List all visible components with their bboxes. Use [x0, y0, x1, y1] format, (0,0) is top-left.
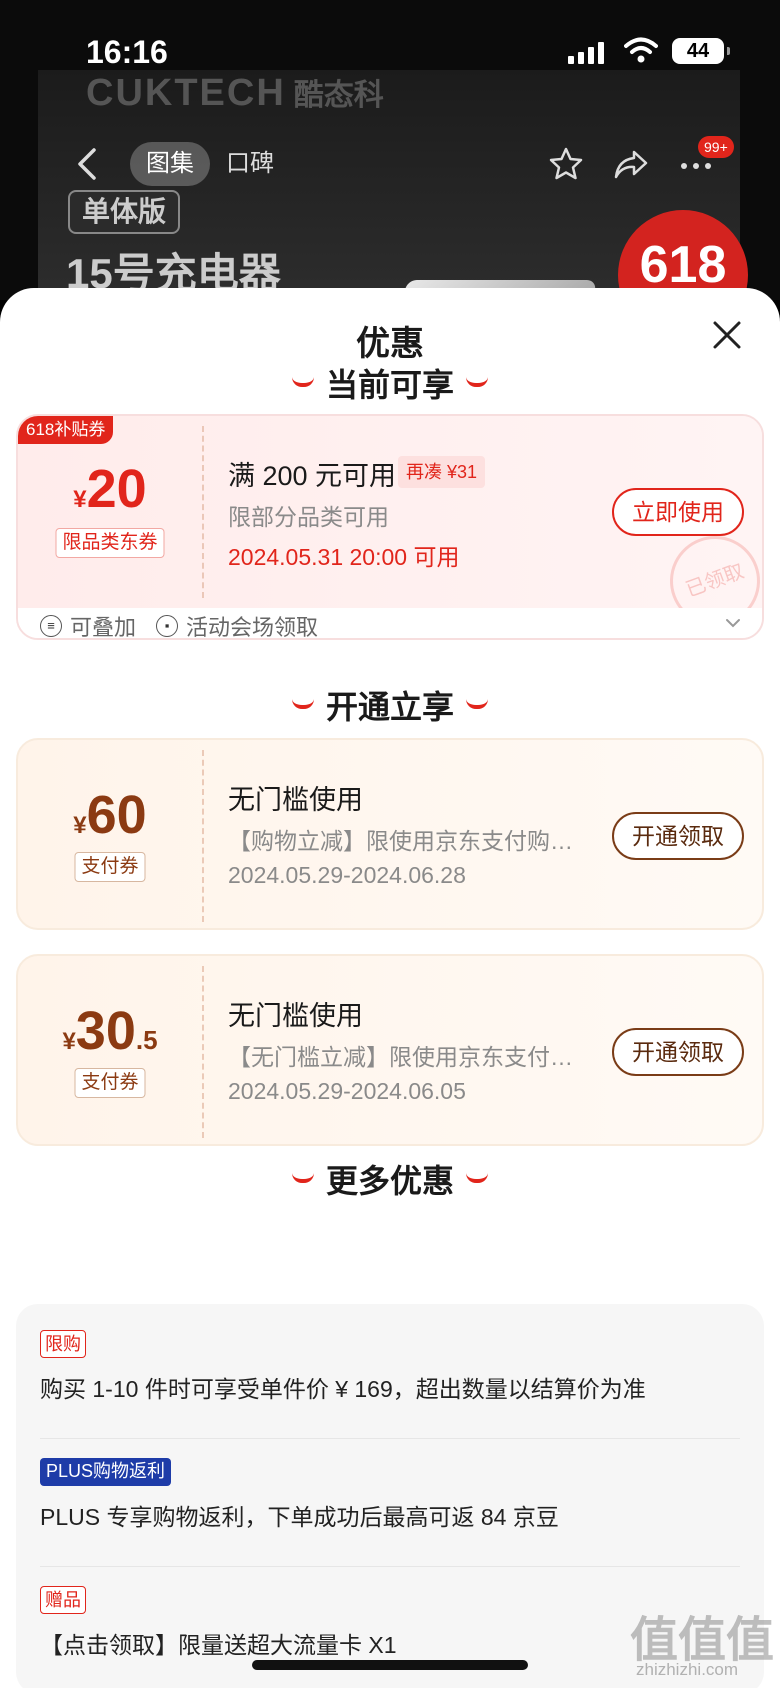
coupon-description: 【购物立减】限使用京东支付购…	[228, 828, 573, 854]
section-more-header: 更多优惠	[0, 1156, 780, 1202]
coupon-footer: ≡ 可叠加 ▪ 活动会场领取	[18, 608, 762, 638]
coupon-date: 2024.05.31 20:00 可用	[228, 544, 460, 570]
stack-icon: ≡	[40, 615, 62, 637]
coupon-title: 无门槛使用	[228, 785, 363, 815]
status-bar: 16:16 44	[0, 30, 780, 74]
gift-tag: 赠品	[40, 1586, 86, 1614]
use-now-button[interactable]: 立即使用	[612, 488, 744, 536]
close-icon[interactable]	[710, 318, 744, 352]
coupon-extra-badge: 再凑 ¥31	[398, 456, 486, 488]
share-icon[interactable]	[612, 146, 650, 182]
back-icon[interactable]	[72, 146, 102, 182]
coupon-description: 限部分品类可用	[228, 504, 389, 530]
coupon-description: 【无门槛立减】限使用京东支付…	[228, 1044, 573, 1070]
plus-rebate-tag: PLUS购物返利	[40, 1458, 172, 1486]
stackable-info: ≡ 可叠加	[40, 610, 136, 638]
status-time: 16:16	[86, 34, 168, 70]
list-item[interactable]: 限购 购买 1-10 件时可享受单件价 ¥ 169，超出数量以结算价为准	[40, 1330, 740, 1404]
coupon-type-badge: 限品类东券	[55, 528, 165, 558]
navigation-bar: 图集 口碑	[0, 136, 780, 192]
tab-reviews[interactable]: 口碑	[226, 142, 274, 186]
coupon-title: 满 200 元可用	[228, 461, 397, 491]
brand-logo: CUKTECH 酷态科	[86, 72, 384, 114]
wifi-icon	[624, 37, 658, 63]
site-watermark-url: zhizhizhi.com	[636, 1660, 739, 1679]
battery-icon: 44	[672, 38, 730, 64]
coupon-title: 无门槛使用	[228, 1001, 363, 1031]
coupon-card-payment-60: ¥60 支付券 无门槛使用 【购物立减】限使用京东支付购… 2024.05.29…	[16, 738, 764, 930]
section-open-header: 开通立享	[0, 682, 780, 728]
notification-badge: 99+	[698, 136, 734, 158]
home-indicator[interactable]	[252, 1660, 528, 1670]
tab-gallery[interactable]: 图集	[130, 142, 210, 186]
favorite-star-icon[interactable]	[548, 146, 584, 182]
coupon-type-badge: 支付券	[74, 1068, 146, 1098]
cellular-signal-icon	[568, 40, 604, 64]
coupon-date: 2024.05.29-2024.06.05	[228, 1078, 466, 1104]
section-current-header: 当前可享	[0, 360, 780, 406]
product-gallery-header: CUKTECH 酷态科 16:16 44 图集 口碑 99+ 单体版 15号充电器…	[0, 0, 780, 340]
offer-text: 购买 1-10 件时可享受单件价 ¥ 169，超出数量以结算价为准	[40, 1376, 646, 1402]
coupon-corner-tag: 618补贴券	[18, 416, 114, 444]
coupon-amount: ¥30.5	[62, 1001, 158, 1061]
source-info: ▪ 活动会场领取	[156, 610, 318, 638]
activate-claim-button[interactable]: 开通领取	[612, 812, 744, 860]
coupon-card-subsidy: ¥20 限品类东券 618补贴券 满 200 元可用 再凑 ¥31 限部分品类可…	[16, 414, 764, 640]
offers-sheet: 优惠 当前可享 ¥20 限品类东券 618补贴券 满 200 元可用 再凑 ¥3…	[0, 288, 780, 1688]
list-item[interactable]: PLUS购物返利 PLUS 专享购物返利，下单成功后最高可返 84 京豆	[40, 1458, 740, 1532]
offer-text: PLUS 专享购物返利，下单成功后最高可返 84 京豆	[40, 1504, 559, 1530]
sheet-title: 优惠	[356, 325, 424, 363]
limit-purchase-tag: 限购	[40, 1330, 86, 1358]
banner-version-tag: 单体版	[68, 190, 181, 234]
coupon-amount: ¥20	[73, 459, 147, 519]
ticket-icon: ▪	[156, 615, 178, 637]
coupon-amount: ¥60	[73, 785, 147, 845]
coupon-type-badge: 支付券	[74, 852, 146, 882]
coupon-card-payment-30-5: ¥30.5 支付券 无门槛使用 【无门槛立减】限使用京东支付… 2024.05.…	[16, 954, 764, 1146]
coupon-date: 2024.05.29-2024.06.28	[228, 862, 466, 888]
activate-claim-button[interactable]: 开通领取	[612, 1028, 744, 1076]
chevron-down-icon[interactable]	[724, 614, 742, 632]
